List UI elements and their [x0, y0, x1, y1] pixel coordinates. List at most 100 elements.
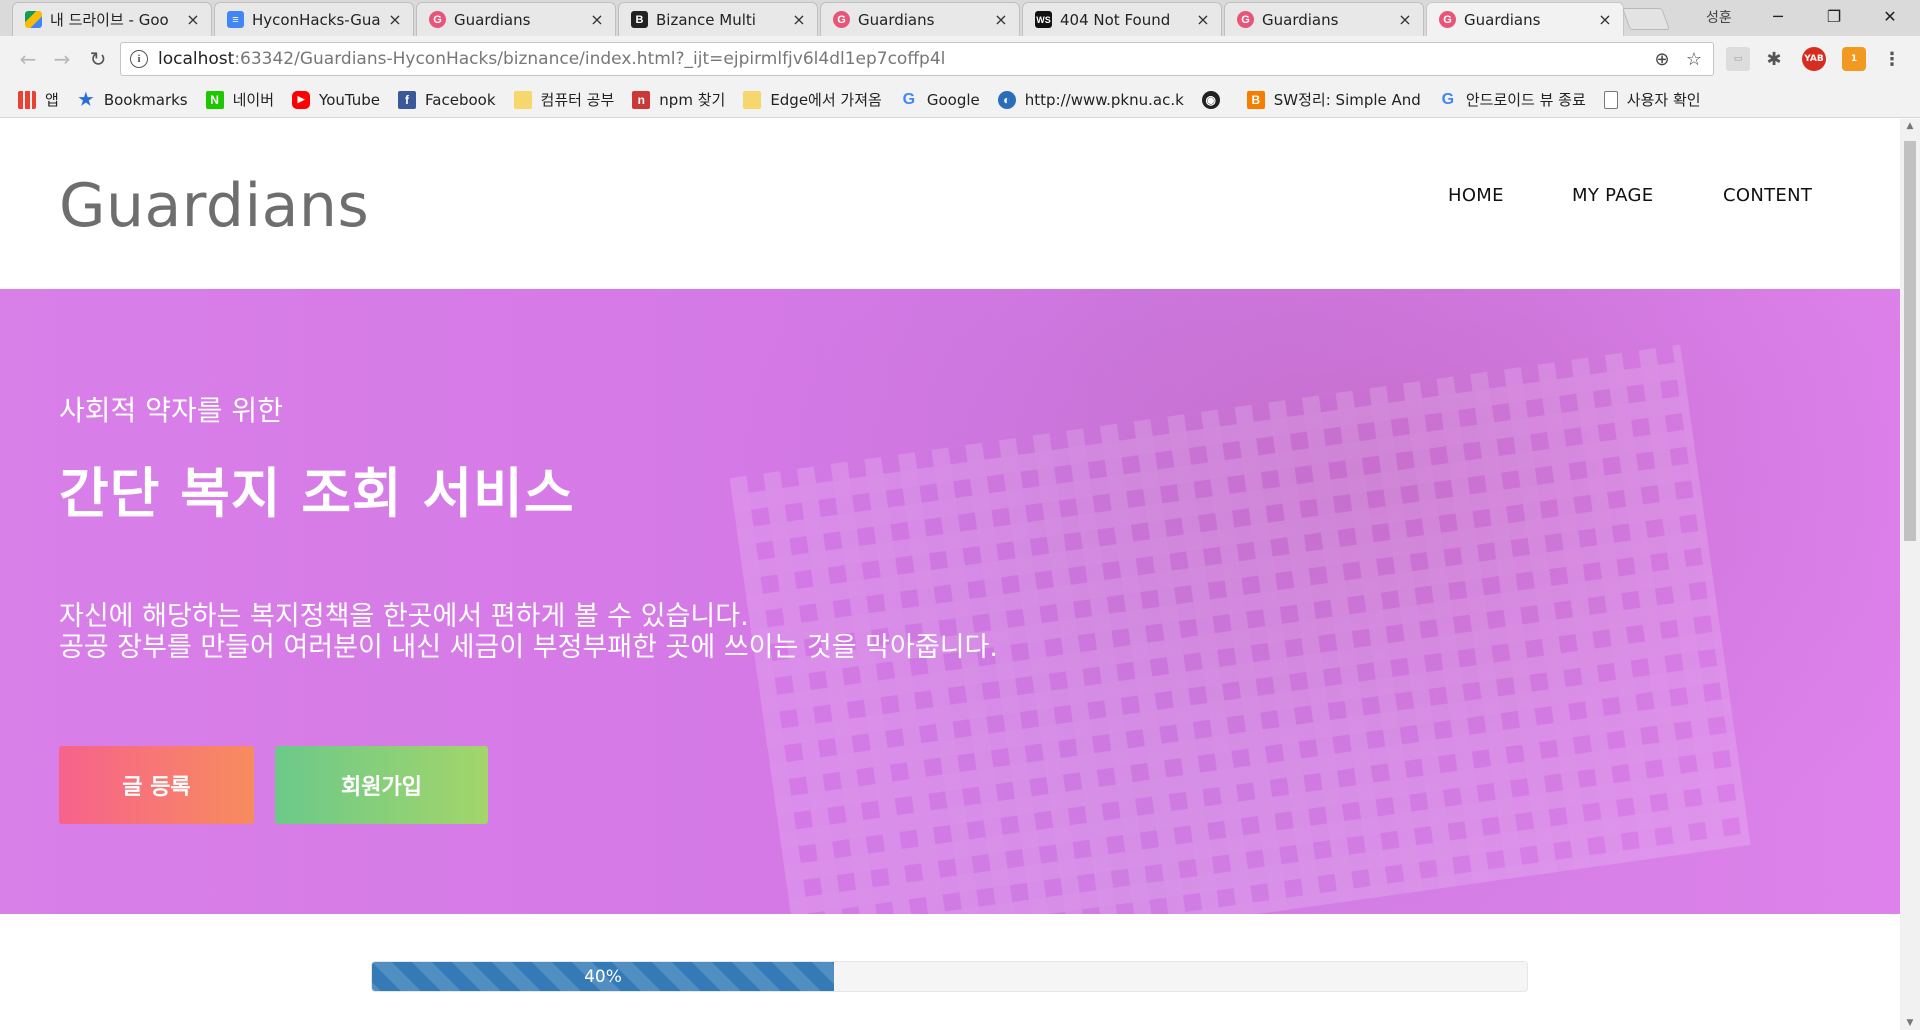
minimize-icon[interactable]: ─	[1750, 0, 1806, 32]
bookmark-star-icon[interactable]: ☆	[1681, 49, 1707, 70]
progress-bar: 40%	[371, 961, 1528, 992]
zoom-icon[interactable]: ⊕	[1649, 49, 1675, 70]
guardians-icon: G	[833, 11, 850, 28]
bookmark-label: 사용자 확인	[1626, 91, 1701, 109]
nav-my-page[interactable]: MY PAGE	[1572, 185, 1653, 206]
bookmark-label: 안드로이드 뷰 종료	[1465, 91, 1586, 109]
google-icon: G	[1441, 90, 1455, 108]
post-button[interactable]: 글 등록	[59, 746, 254, 824]
restore-icon[interactable]: ❐	[1806, 0, 1862, 32]
scroll-up-icon[interactable]: ▲	[1900, 121, 1920, 131]
bookmark-label: Facebook	[425, 90, 496, 109]
extensions-icon[interactable]: ✱	[1762, 47, 1786, 71]
nav-home[interactable]: HOME	[1448, 185, 1504, 206]
star-icon: ★	[78, 89, 94, 109]
close-icon[interactable]: ×	[387, 10, 403, 29]
tab-title: 내 드라이브 - Goo	[50, 11, 169, 29]
reload-icon[interactable]: ↻	[84, 45, 112, 73]
tab-title: Guardians	[858, 10, 935, 29]
profile-button[interactable]: 성훈	[1706, 7, 1732, 27]
bookmark-blogger[interactable]: B SW정리: Simple And	[1246, 89, 1421, 110]
site-header: Guardians HOME MY PAGE CONTENT	[0, 119, 1900, 289]
close-icon[interactable]: ×	[791, 10, 807, 29]
google-icon: G	[902, 90, 916, 108]
browser-tab[interactable]: 내 드라이브 - Goo ×	[12, 2, 212, 36]
nav-content[interactable]: CONTENT	[1723, 185, 1812, 206]
hero-description-line: 자신에 해당하는 복지정책을 한곳에서 편하게 볼 수 있습니다.	[59, 601, 749, 632]
blogger-icon: B	[1246, 90, 1265, 109]
bookmark-user-check[interactable]: 사용자 확인	[1603, 89, 1701, 110]
bookmark-pknu[interactable]: ◐ http://www.pknu.ac.k	[997, 90, 1184, 109]
address-bar[interactable]: i localhost:63342/Guardians-HyconHacks/b…	[120, 42, 1714, 76]
close-icon[interactable]: ×	[1195, 10, 1211, 29]
folder-icon	[743, 90, 762, 109]
browser-tab[interactable]: G Guardians ×	[820, 2, 1020, 36]
browser-tab-active[interactable]: G Guardians ×	[1426, 2, 1624, 36]
guardians-icon: G	[1237, 11, 1254, 28]
close-icon[interactable]: ×	[185, 10, 201, 29]
folder-icon	[513, 90, 532, 109]
bookmark-label: Bookmarks	[103, 90, 188, 109]
signup-button[interactable]: 회원가입	[275, 746, 488, 824]
menu-kebab-icon[interactable]: ⋮	[1880, 47, 1904, 71]
bookmark-folder[interactable]: 컴퓨터 공부	[513, 89, 614, 110]
bookmark-android[interactable]: G 안드로이드 뷰 종료	[1439, 89, 1586, 110]
bookmark-label: http://www.pknu.ac.k	[1024, 90, 1184, 109]
bookmark-naver[interactable]: N 네이버	[205, 89, 275, 110]
facebook-icon: f	[398, 90, 417, 109]
browser-tab[interactable]: WS 404 Not Found ×	[1022, 2, 1222, 36]
bookmark-bookmarks[interactable]: ★ Bookmarks	[77, 89, 188, 109]
youtube-icon: ▶	[292, 90, 311, 109]
browser-tab[interactable]: G Guardians ×	[416, 2, 616, 36]
browser-tab[interactable]: ≡ HyconHacks-Guard ×	[214, 2, 414, 36]
bookmark-apps[interactable]: 앱	[18, 89, 59, 110]
forward-arrow-icon[interactable]: →	[48, 45, 76, 73]
browser-tab[interactable]: B Bizance Multi ×	[618, 2, 818, 36]
page-viewport: Guardians HOME MY PAGE CONTENT 사회적 약자를 위…	[0, 119, 1900, 1030]
guardians-icon: G	[1439, 11, 1456, 28]
npm-icon: n	[632, 90, 651, 109]
bookmark-label: 앱	[45, 91, 59, 109]
close-icon[interactable]: ×	[589, 10, 605, 29]
metamask-icon[interactable]: 1	[1842, 47, 1866, 71]
url-text[interactable]: localhost:63342/Guardians-HyconHacks/biz…	[158, 49, 1649, 69]
tab-title: Guardians	[454, 10, 531, 29]
browser-toolbar: ← → ↻ i localhost:63342/Guardians-HyconH…	[0, 36, 1920, 82]
back-arrow-icon[interactable]: ←	[14, 45, 42, 73]
site-logo[interactable]: Guardians	[59, 171, 369, 241]
tab-title: 404 Not Found	[1060, 10, 1171, 29]
bookmark-label: Google	[926, 90, 980, 109]
new-tab-button[interactable]	[1621, 8, 1671, 30]
bookmark-folder[interactable]: Edge에서 가져옴	[743, 89, 882, 110]
scrollbar-thumb[interactable]	[1904, 141, 1916, 541]
info-icon[interactable]: i	[130, 50, 148, 68]
bookmark-label: Edge에서 가져옴	[770, 91, 882, 109]
webstorm-icon: WS	[1035, 11, 1052, 28]
close-icon[interactable]: ×	[993, 10, 1009, 29]
bookmark-npm[interactable]: n npm 찾기	[632, 89, 725, 110]
hero-subtitle: 사회적 약자를 위한	[59, 394, 283, 427]
google-drive-icon	[25, 11, 42, 28]
guardians-icon: G	[429, 11, 446, 28]
browser-tab[interactable]: G Guardians ×	[1224, 2, 1424, 36]
bookmarks-bar: 앱 ★ Bookmarks N 네이버 ▶ YouTube f Facebook…	[0, 82, 1920, 118]
yab-extension-icon[interactable]: YAB	[1802, 47, 1826, 71]
bookmark-youtube[interactable]: ▶ YouTube	[292, 90, 381, 109]
bookmark-github[interactable]: ◉	[1201, 90, 1229, 109]
scroll-down-icon[interactable]: ▼	[1900, 1018, 1920, 1028]
browser-tab-strip: 내 드라이브 - Goo × ≡ HyconHacks-Guard × G Gu…	[0, 0, 1920, 36]
bookmark-label: npm 찾기	[659, 91, 726, 109]
bookmark-label: YouTube	[319, 90, 381, 109]
bookmark-label: SW정리: Simple And	[1273, 91, 1421, 109]
hero-description: 자신에 해당하는 복지정책을 한곳에서 편하게 볼 수 있습니다. 공공 장부를…	[59, 601, 998, 663]
close-window-icon[interactable]: ✕	[1862, 0, 1918, 32]
bookmark-facebook[interactable]: f Facebook	[398, 90, 496, 109]
cast-icon[interactable]: ▭	[1726, 47, 1750, 71]
github-icon: ◉	[1201, 90, 1220, 109]
globe-icon: ◐	[997, 90, 1016, 109]
close-icon[interactable]: ×	[1597, 10, 1613, 29]
page-scrollbar[interactable]: ▲ ▼	[1900, 119, 1920, 1030]
bookmark-google[interactable]: G Google	[900, 91, 980, 109]
close-icon[interactable]: ×	[1397, 10, 1413, 29]
bookmark-label: 네이버	[232, 91, 275, 109]
